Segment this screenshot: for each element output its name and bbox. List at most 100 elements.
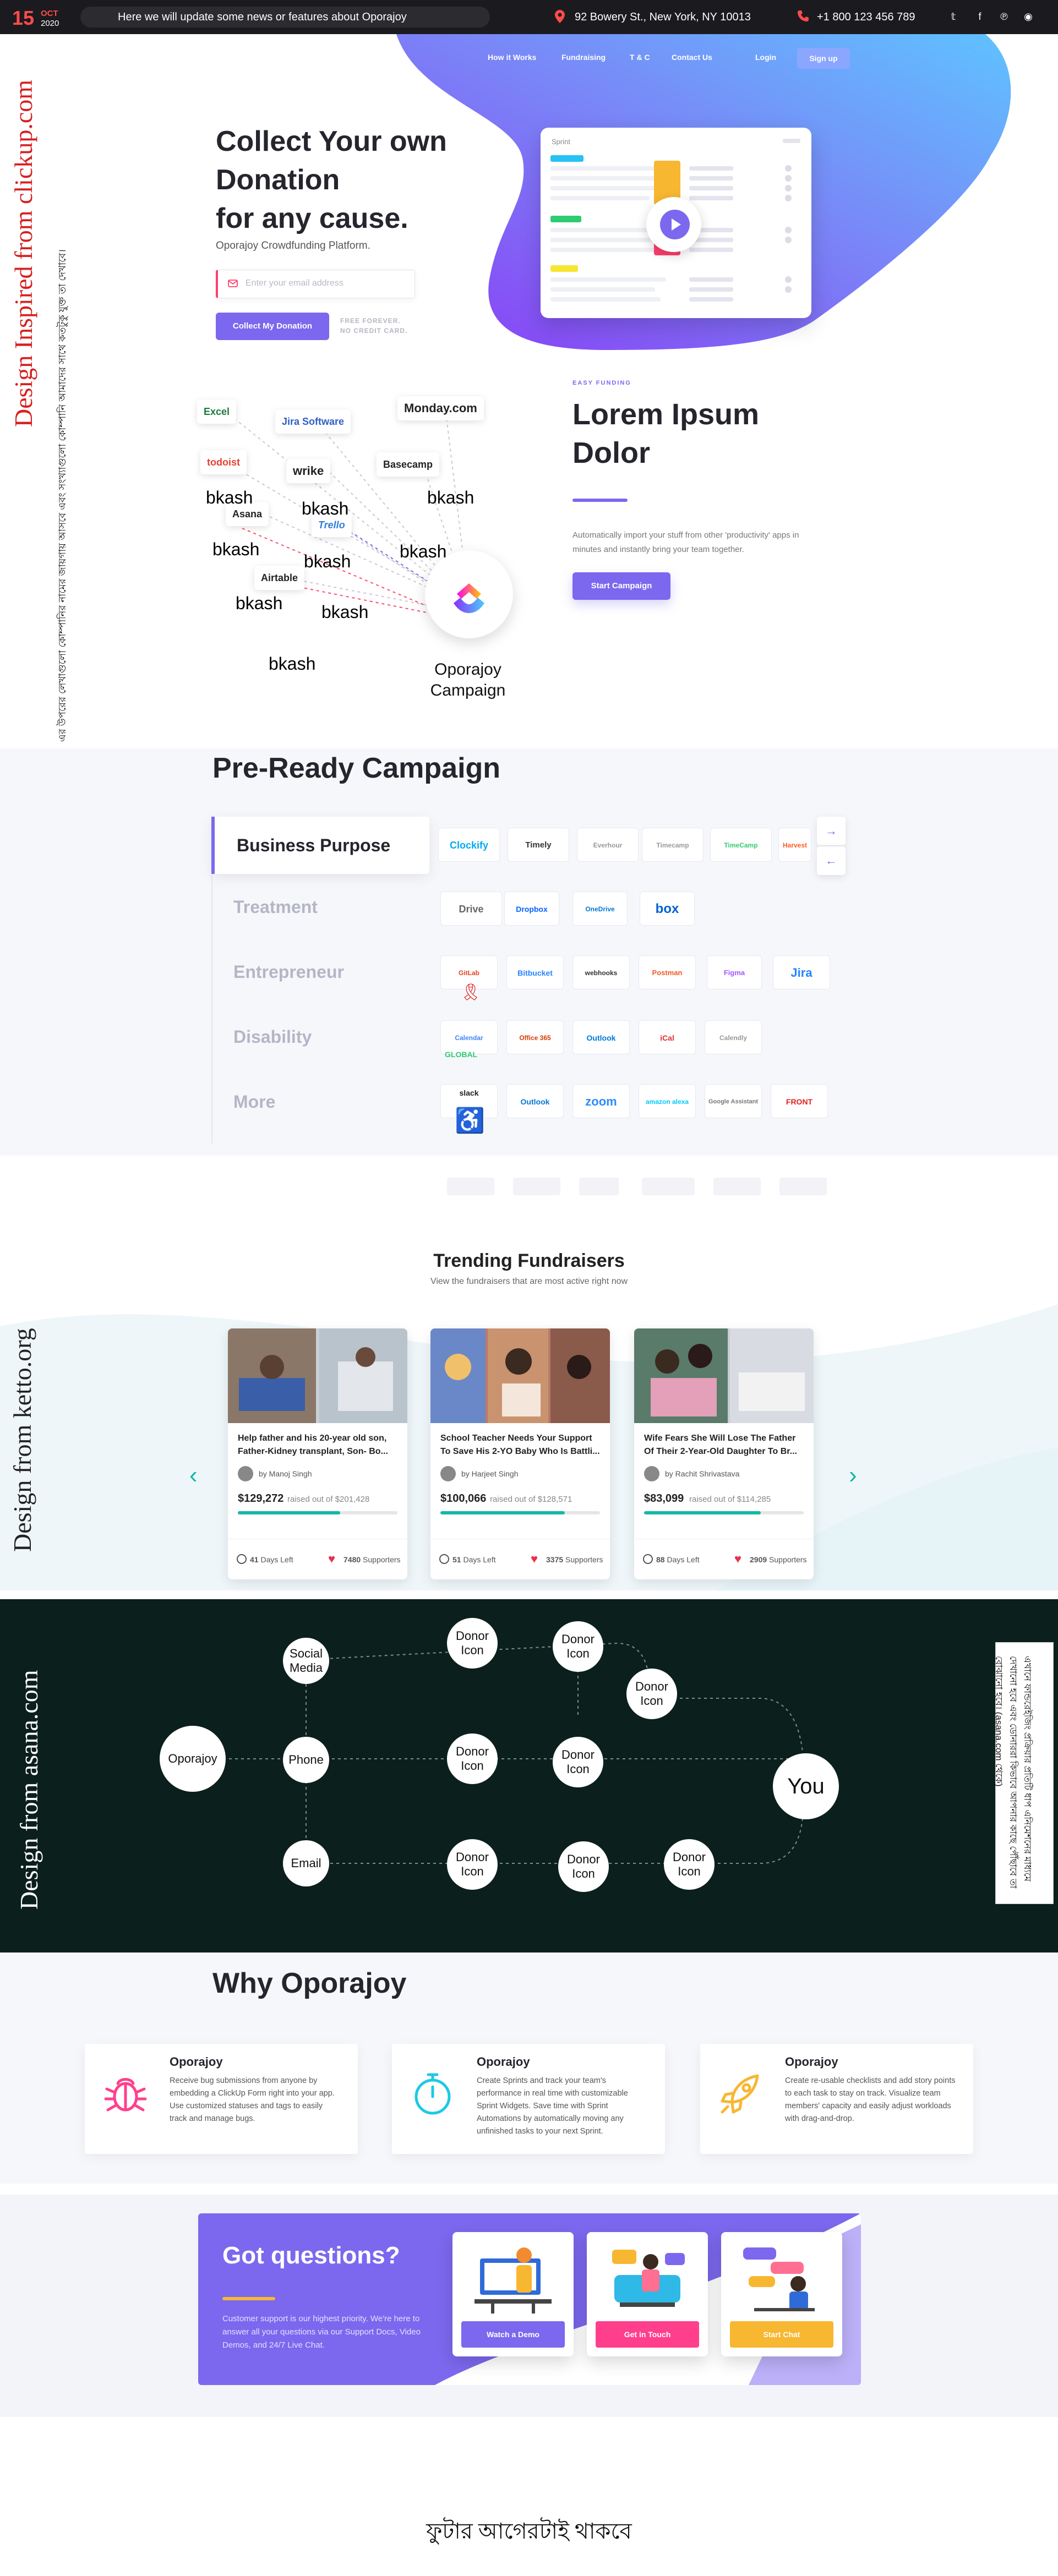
fundraiser-card[interactable]: Help father and his 20-year old son, Fat… (228, 1328, 407, 1579)
integration-tile[interactable]: Calendar (440, 1020, 498, 1054)
supporters-count: 7480 (343, 1555, 361, 1564)
integration-tile[interactable]: Office 365 (506, 1020, 564, 1054)
email-field[interactable]: Enter your email address (216, 270, 415, 298)
flow-node-donor: Donor Icon (553, 1737, 603, 1787)
category-entrepreneur[interactable]: Entrepreneur (233, 962, 344, 982)
integration-tile[interactable]: webhooks (572, 955, 630, 989)
category-rail (211, 874, 212, 1144)
progress-fill (440, 1511, 565, 1514)
why-title: Why Oporajoy (212, 1967, 407, 1999)
oporajoy-logo-circle (425, 550, 513, 638)
integration-tile[interactable]: Outlook (506, 1084, 564, 1118)
integration-tile[interactable]: Outlook (572, 1020, 630, 1054)
basecamp-logo: Basecamp (377, 452, 440, 477)
integration-tile[interactable]: Clockify (438, 828, 500, 862)
category-more[interactable]: More (233, 1092, 275, 1112)
integration-tile[interactable]: Bitbucket (506, 955, 564, 989)
facebook-icon[interactable]: f (973, 10, 986, 23)
raised-goal: raised out of $201,428 (287, 1495, 370, 1504)
integration-tile[interactable]: amazon alexa (639, 1084, 696, 1118)
integration-tile[interactable]: Calendly (705, 1020, 762, 1054)
trending-title: Trending Fundraisers (433, 1250, 625, 1271)
integration-tile[interactable]: Timecamp (642, 828, 703, 862)
fundraiser-author: by Harjeet Singh (461, 1469, 519, 1478)
days-left-count: 41 (250, 1555, 259, 1564)
campaign-label-line: Campaign (430, 681, 506, 699)
integration-tile[interactable]: Harvest (778, 828, 811, 862)
chat-illustration (743, 2247, 815, 2311)
nav-how-it-works[interactable]: How it Works (488, 53, 536, 62)
hero-title-line: Donation (216, 164, 340, 196)
oporajoy-logo-icon (454, 583, 484, 613)
instagram-icon[interactable]: ◉ (1022, 10, 1035, 23)
integrations-description: Automatically import your stuff from oth… (572, 530, 799, 554)
integration-tile[interactable]: Google Assistant (705, 1084, 762, 1118)
free-note: FREE FOREVER. NO CREDIT CARD. (340, 316, 407, 336)
nav-fundraising[interactable]: Fundraising (561, 53, 606, 62)
progress-fill (644, 1511, 761, 1514)
start-chat-button[interactable]: Start Chat (730, 2321, 833, 2348)
pinterest-icon[interactable]: ℗ (997, 10, 1011, 23)
integration-tile[interactable]: Timely (508, 828, 569, 862)
flow-node-email: Email (283, 1840, 329, 1886)
bangla-note-left: এর উপরের লেখাগুলো কোম্পানির নামের জায়গা… (44, 249, 97, 753)
fundraiser-title[interactable]: Help father and his 20-year old son, Fat… (238, 1432, 399, 1458)
integration-tile[interactable]: Dropbox (504, 892, 559, 926)
progress-fill (238, 1511, 340, 1514)
arrow-left-icon[interactable]: ← (817, 846, 846, 875)
why-card: Oporajoy Receive bug submissions from an… (85, 2044, 358, 2154)
news-ticker[interactable]: Here we will update some news or feature… (80, 7, 490, 28)
watch-demo-button[interactable]: Watch a Demo (461, 2321, 565, 2348)
fundraiser-card[interactable]: Wife Fears She Will Lose The Father Of T… (634, 1328, 814, 1579)
flow-node-donor: Donor Icon (447, 1733, 498, 1784)
bug-icon (104, 2078, 147, 2112)
flow-node-donor: Donor Icon (447, 1839, 498, 1890)
integration-tile[interactable]: FRONT (771, 1084, 828, 1118)
raised-goal: raised out of $128,571 (490, 1495, 572, 1504)
collect-donation-button[interactable]: Collect My Donation (216, 313, 329, 340)
clock-icon (439, 1554, 449, 1564)
integration-tile[interactable]: Postman (639, 955, 696, 989)
category-business-purpose[interactable]: Business Purpose (211, 817, 429, 874)
fundraiser-title[interactable]: Wife Fears She Will Lose The Father Of T… (644, 1432, 805, 1458)
bangla-note-right-text: এখানে ফান্ডরেইজিং প্রক্রিয়ার প্রতিটি ধা… (994, 1656, 1033, 1889)
monday-logo: Monday.com (397, 396, 484, 420)
integration-tile[interactable]: Everhour (577, 828, 639, 862)
integration-tile[interactable]: TimeCamp (710, 828, 772, 862)
get-in-touch-button[interactable]: Get in Touch (596, 2321, 699, 2348)
carousel-next-icon[interactable]: › (849, 1462, 857, 1489)
questions-title: Got questions? (222, 2242, 400, 2269)
start-campaign-button[interactable]: Start Campaign (572, 572, 670, 600)
twitter-icon[interactable]: 𝕥 (947, 10, 960, 23)
integration-tile[interactable]: zoom (572, 1084, 630, 1118)
category-disability[interactable]: Disability (233, 1027, 312, 1047)
wheelchair-icon: ♿ (455, 1107, 485, 1134)
integration-tile[interactable]: Jira (773, 955, 830, 989)
fundraiser-title[interactable]: School Teacher Needs Your Support To Sav… (440, 1432, 601, 1458)
clock-icon (237, 1554, 247, 1564)
nav-login[interactable]: Login (755, 53, 776, 62)
days-left-label: Days Left (260, 1555, 293, 1564)
fundraiser-card[interactable]: School Teacher Needs Your Support To Sav… (430, 1328, 610, 1579)
rocket-icon (721, 2074, 759, 2114)
nav-contact-us[interactable]: Contact Us (672, 53, 712, 62)
mail-icon (228, 280, 238, 287)
integration-tile[interactable]: OneDrive (572, 892, 628, 926)
signup-button[interactable]: Sign up (797, 48, 850, 69)
integration-tile[interactable]: iCal (639, 1020, 696, 1054)
integration-tile[interactable]: Figma (707, 955, 762, 989)
integration-tile[interactable]: box (640, 892, 695, 926)
placeholder-tile (513, 1178, 560, 1195)
bkash-label: bkash (427, 488, 475, 507)
phone-text[interactable]: +1 800 123 456 789 (817, 11, 915, 24)
stopwatch-icon (415, 2073, 451, 2115)
integration-tile[interactable]: Drive (440, 892, 502, 926)
category-treatment[interactable]: Treatment (233, 897, 318, 917)
arrow-right-icon[interactable]: → (817, 817, 846, 845)
play-video-button[interactable] (646, 197, 701, 252)
side-label-ketto: Design from ketto.org (8, 1328, 36, 1552)
why-card-desc: Create re-usable checklists and add stor… (785, 2076, 956, 2123)
nav-terms[interactable]: T & C (630, 53, 650, 62)
fundraiser-photo (430, 1328, 610, 1423)
carousel-prev-icon[interactable]: ‹ (189, 1462, 198, 1489)
